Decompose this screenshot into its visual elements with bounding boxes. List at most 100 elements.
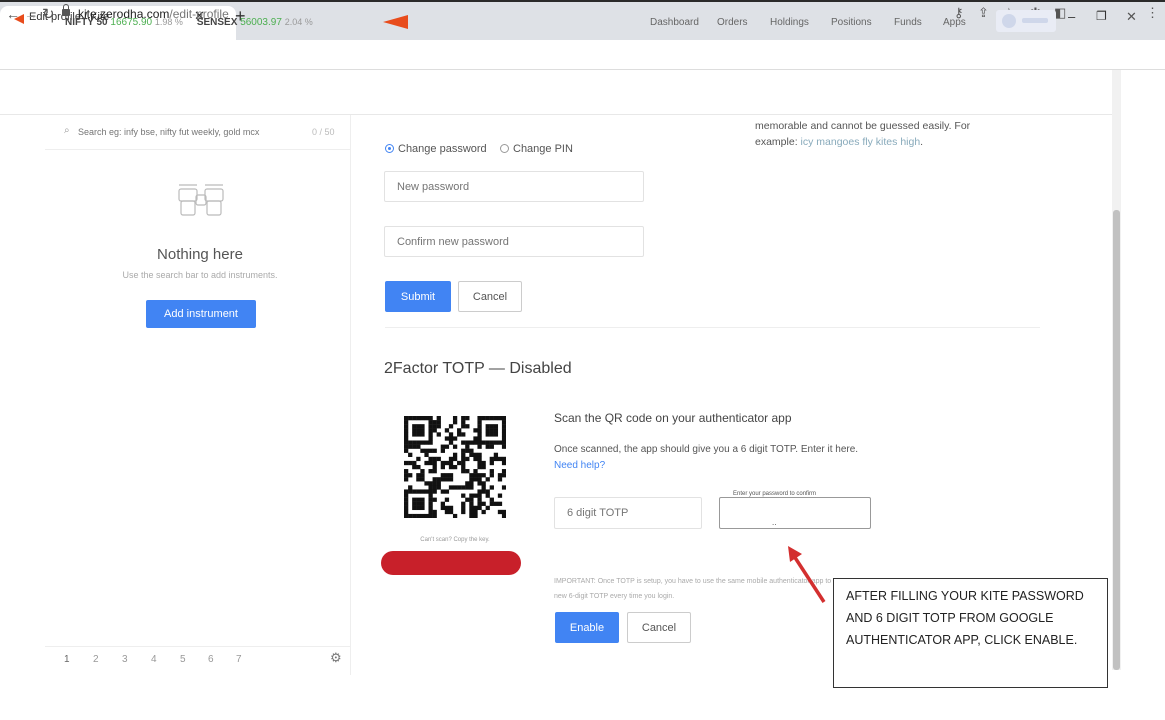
qr-module (493, 432, 499, 437)
qr-module (481, 501, 486, 506)
qr-module (477, 432, 482, 437)
restore-icon[interactable]: ❐ (1096, 9, 1107, 23)
watchlist-page-7[interactable]: 7 (236, 654, 242, 665)
qr-module (404, 420, 409, 425)
qr-module (465, 424, 470, 429)
qr-module (436, 485, 441, 490)
pager-divider (45, 646, 350, 647)
qr-module (416, 428, 421, 433)
qr-module (477, 464, 482, 470)
new-password-field[interactable] (384, 171, 644, 202)
radio-change-pin-label: Change PIN (513, 142, 573, 155)
settings-gear-icon[interactable]: ⚙ (330, 650, 342, 666)
redaction-mark (381, 551, 521, 575)
scan-instructions-title: Scan the QR code on your authenticator a… (554, 411, 792, 425)
qr-module (489, 469, 494, 474)
qr-module (412, 424, 417, 429)
qr-module (420, 497, 425, 502)
sensex-label[interactable]: SENSEX (197, 17, 238, 28)
sensex-change: 2.04 % (284, 17, 313, 27)
qr-module (428, 497, 433, 502)
qr-module (420, 501, 425, 506)
qr-module (497, 416, 503, 421)
qr-module (452, 436, 458, 441)
qr-module (448, 432, 454, 437)
qr-module (481, 481, 486, 486)
qr-module (448, 464, 454, 470)
confirm-password-input[interactable] (719, 497, 871, 529)
need-help-link[interactable]: Need help? (554, 460, 605, 471)
qr-module (440, 505, 445, 511)
scan-instructions: Once scanned, the app should give you a … (554, 442, 874, 474)
add-instrument-button[interactable]: Add instrument (146, 300, 256, 328)
qr-module (489, 416, 494, 421)
kite-logo[interactable] (383, 15, 408, 29)
watchlist-page-3[interactable]: 3 (122, 654, 128, 665)
qr-module (469, 485, 474, 490)
back-icon[interactable]: ← (6, 6, 20, 22)
window-close-icon[interactable]: ✕ (1126, 9, 1137, 25)
qr-module (448, 505, 454, 511)
forward-icon[interactable]: → (24, 6, 38, 22)
share-icon[interactable]: ⇪ (978, 5, 989, 21)
qr-module (485, 493, 490, 498)
minimize-icon[interactable]: – (1068, 9, 1075, 24)
watchlist-page-4[interactable]: 4 (151, 654, 157, 665)
submit-button[interactable]: Submit (385, 281, 451, 312)
qr-module (448, 477, 454, 482)
lock-icon[interactable] (62, 4, 70, 16)
qr-module (440, 464, 445, 470)
qr-module (493, 424, 499, 429)
qr-module (485, 440, 490, 445)
qr-module (473, 509, 478, 515)
qr-module (448, 424, 454, 429)
qr-module (412, 513, 417, 518)
radio-change-pin[interactable]: Change PIN (500, 140, 573, 158)
qr-module (444, 444, 450, 449)
watchlist-page-5[interactable]: 5 (180, 654, 186, 665)
qr-module (412, 432, 417, 437)
enable-button[interactable]: Enable (555, 612, 619, 643)
qr-module (428, 456, 433, 462)
copy-key-link[interactable]: Can't scan? Copy the key. (395, 537, 515, 543)
radio-change-password-label: Change password (398, 142, 487, 155)
qr-module (461, 452, 466, 457)
qr-module (416, 477, 421, 482)
nav-apps[interactable]: Apps (943, 17, 966, 28)
nav-holdings[interactable]: Holdings (770, 17, 809, 28)
qr-module (477, 501, 482, 506)
qr-module (497, 473, 503, 478)
watchlist-page-2[interactable]: 2 (93, 654, 99, 665)
qr-module (428, 448, 433, 453)
menu-icon[interactable]: ⋮ (1146, 5, 1159, 21)
qr-module (436, 477, 441, 482)
reload-icon[interactable]: ↻ (42, 5, 55, 23)
qr-module (404, 416, 409, 421)
totp-input[interactable] (554, 497, 702, 529)
watchlist-page-6[interactable]: 6 (208, 654, 214, 665)
qr-module (404, 460, 409, 466)
nav-orders[interactable]: Orders (717, 17, 748, 28)
qr-module (501, 456, 506, 462)
search-input[interactable] (76, 126, 300, 138)
cancel-password-button[interactable]: Cancel (458, 281, 522, 312)
qr-module (477, 473, 482, 478)
totp-section-title: 2Factor TOTP — Disabled (384, 360, 572, 377)
scrollbar-thumb[interactable] (1113, 210, 1120, 670)
nav-positions[interactable]: Positions (831, 17, 872, 28)
qr-module (501, 485, 506, 490)
radio-change-password[interactable]: Change password (385, 140, 487, 158)
qr-module (489, 485, 494, 490)
qr-module (477, 493, 482, 498)
qr-module (404, 477, 409, 482)
qr-module (469, 493, 474, 498)
nifty-label[interactable]: NIFTY 50 (65, 17, 108, 28)
qr-module (473, 469, 478, 474)
cancel-totp-button[interactable]: Cancel (627, 612, 691, 643)
qr-module (444, 436, 450, 441)
confirm-password-field[interactable] (384, 226, 644, 257)
nav-dashboard[interactable]: Dashboard (650, 17, 699, 28)
qr-module (473, 452, 478, 457)
watchlist-page-1[interactable]: 1 (64, 654, 70, 665)
nav-funds[interactable]: Funds (894, 17, 922, 28)
